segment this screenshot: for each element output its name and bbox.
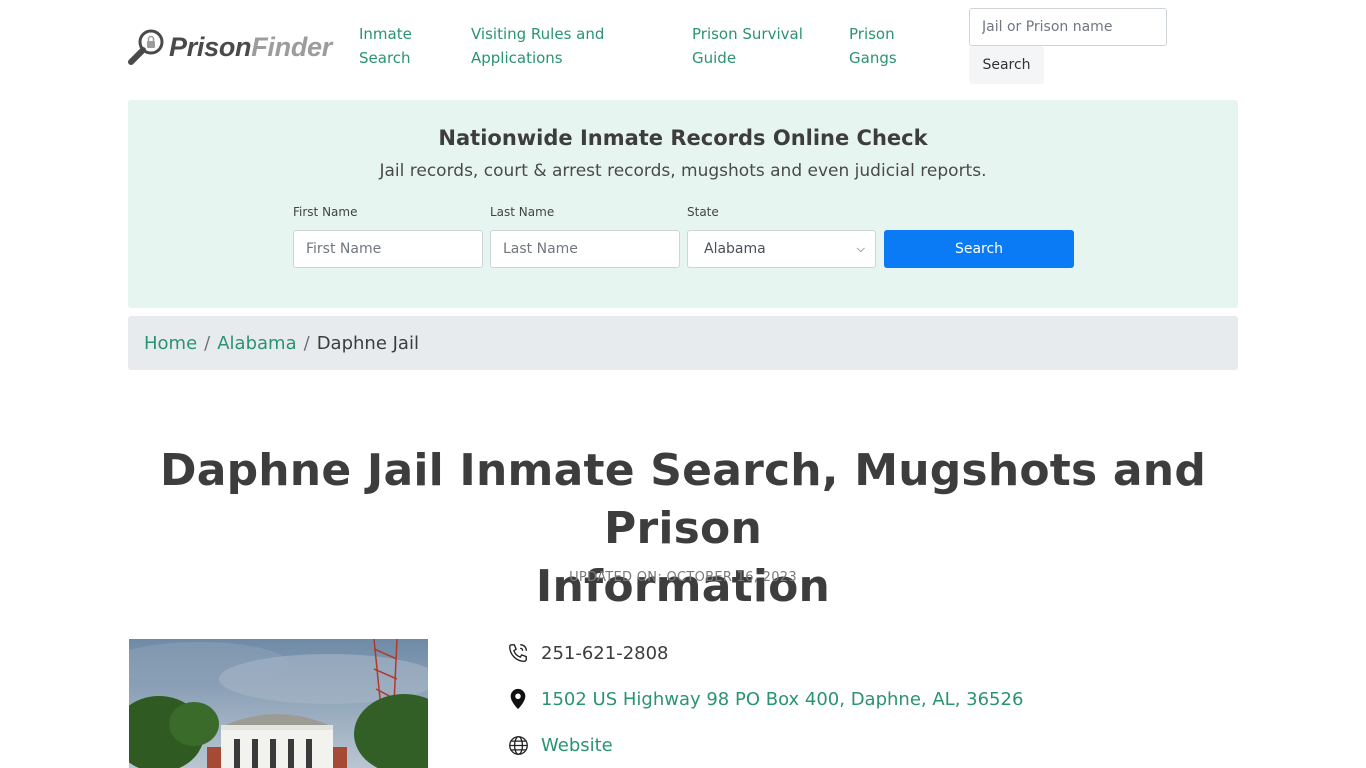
site-search-button[interactable]: Search <box>969 46 1044 84</box>
site-search-input[interactable] <box>969 8 1167 46</box>
nav-inmate-search[interactable]: Inmate Search <box>359 22 412 70</box>
phone-row: 251-621-2808 <box>507 642 669 664</box>
page-title-line2: Information <box>535 561 831 612</box>
records-search-button[interactable]: Search <box>884 230 1074 268</box>
records-panel-title: Nationwide Inmate Records Online Check <box>438 126 928 150</box>
phone-number[interactable]: 251-621-2808 <box>541 643 669 664</box>
breadcrumb-state[interactable]: Alabama <box>217 333 296 354</box>
website-link[interactable]: Website <box>541 735 613 756</box>
last-name-input[interactable] <box>490 230 680 268</box>
nav-label-line1: Prison <box>849 25 895 43</box>
website-row: Website <box>507 734 613 756</box>
state-selected-value: Alabama <box>704 241 766 257</box>
address-link[interactable]: 1502 US Highway 98 PO Box 400, Daphne, A… <box>541 689 1023 710</box>
state-select[interactable]: Alabama ⌵ <box>687 230 876 268</box>
records-panel-subtitle: Jail records, court & arrest records, mu… <box>379 161 987 181</box>
page-title: Daphne Jail Inmate Search, Mugshots and … <box>128 442 1238 616</box>
breadcrumb-separator: / <box>303 332 310 354</box>
breadcrumb-home[interactable]: Home <box>144 333 197 354</box>
state-label: State <box>687 205 719 219</box>
site-logo[interactable]: PrisonFinder <box>128 27 332 67</box>
address-row: 1502 US Highway 98 PO Box 400, Daphne, A… <box>507 688 1023 710</box>
logo-part-finder: Finder <box>251 31 332 62</box>
updated-date: UPDATED ON: OCTOBER 16, 2023 <box>569 570 797 585</box>
globe-icon <box>507 734 529 756</box>
chevron-down-icon: ⌵ <box>856 242 865 255</box>
facility-photo-illustration <box>129 639 428 768</box>
page-title-line1: Daphne Jail Inmate Search, Mugshots and … <box>159 445 1207 554</box>
nav-label-line1: Visiting Rules and <box>471 25 605 43</box>
last-name-label: Last Name <box>490 205 555 219</box>
nav-prison-gangs[interactable]: Prison Gangs <box>849 22 897 70</box>
breadcrumb-separator: / <box>204 332 211 354</box>
facility-photo <box>129 639 428 768</box>
nav-prison-survival-guide[interactable]: Prison Survival Guide <box>692 22 803 70</box>
breadcrumb-current: Daphne Jail <box>316 332 419 354</box>
nav-label-line1: Inmate <box>359 25 412 43</box>
nav-label-line2: Gangs <box>849 49 897 67</box>
logo-wordmark: PrisonFinder <box>169 32 332 63</box>
logo-part-prison: Prison <box>169 31 252 62</box>
first-name-input[interactable] <box>293 230 483 268</box>
nav-visiting-rules[interactable]: Visiting Rules and Applications <box>471 22 604 70</box>
phone-icon <box>507 642 529 664</box>
map-pin-icon <box>507 688 529 710</box>
nav-label-line2: Guide <box>692 49 737 67</box>
first-name-label: First Name <box>293 205 358 219</box>
inmate-records-panel: Nationwide Inmate Records Online Check J… <box>128 100 1238 308</box>
nav-label-line1: Prison Survival <box>692 25 803 43</box>
nav-label-line2: Applications <box>471 49 563 67</box>
nav-label-line2: Search <box>359 49 411 67</box>
magnifier-lock-icon <box>128 29 164 65</box>
breadcrumb: Home / Alabama / Daphne Jail <box>128 316 1238 370</box>
